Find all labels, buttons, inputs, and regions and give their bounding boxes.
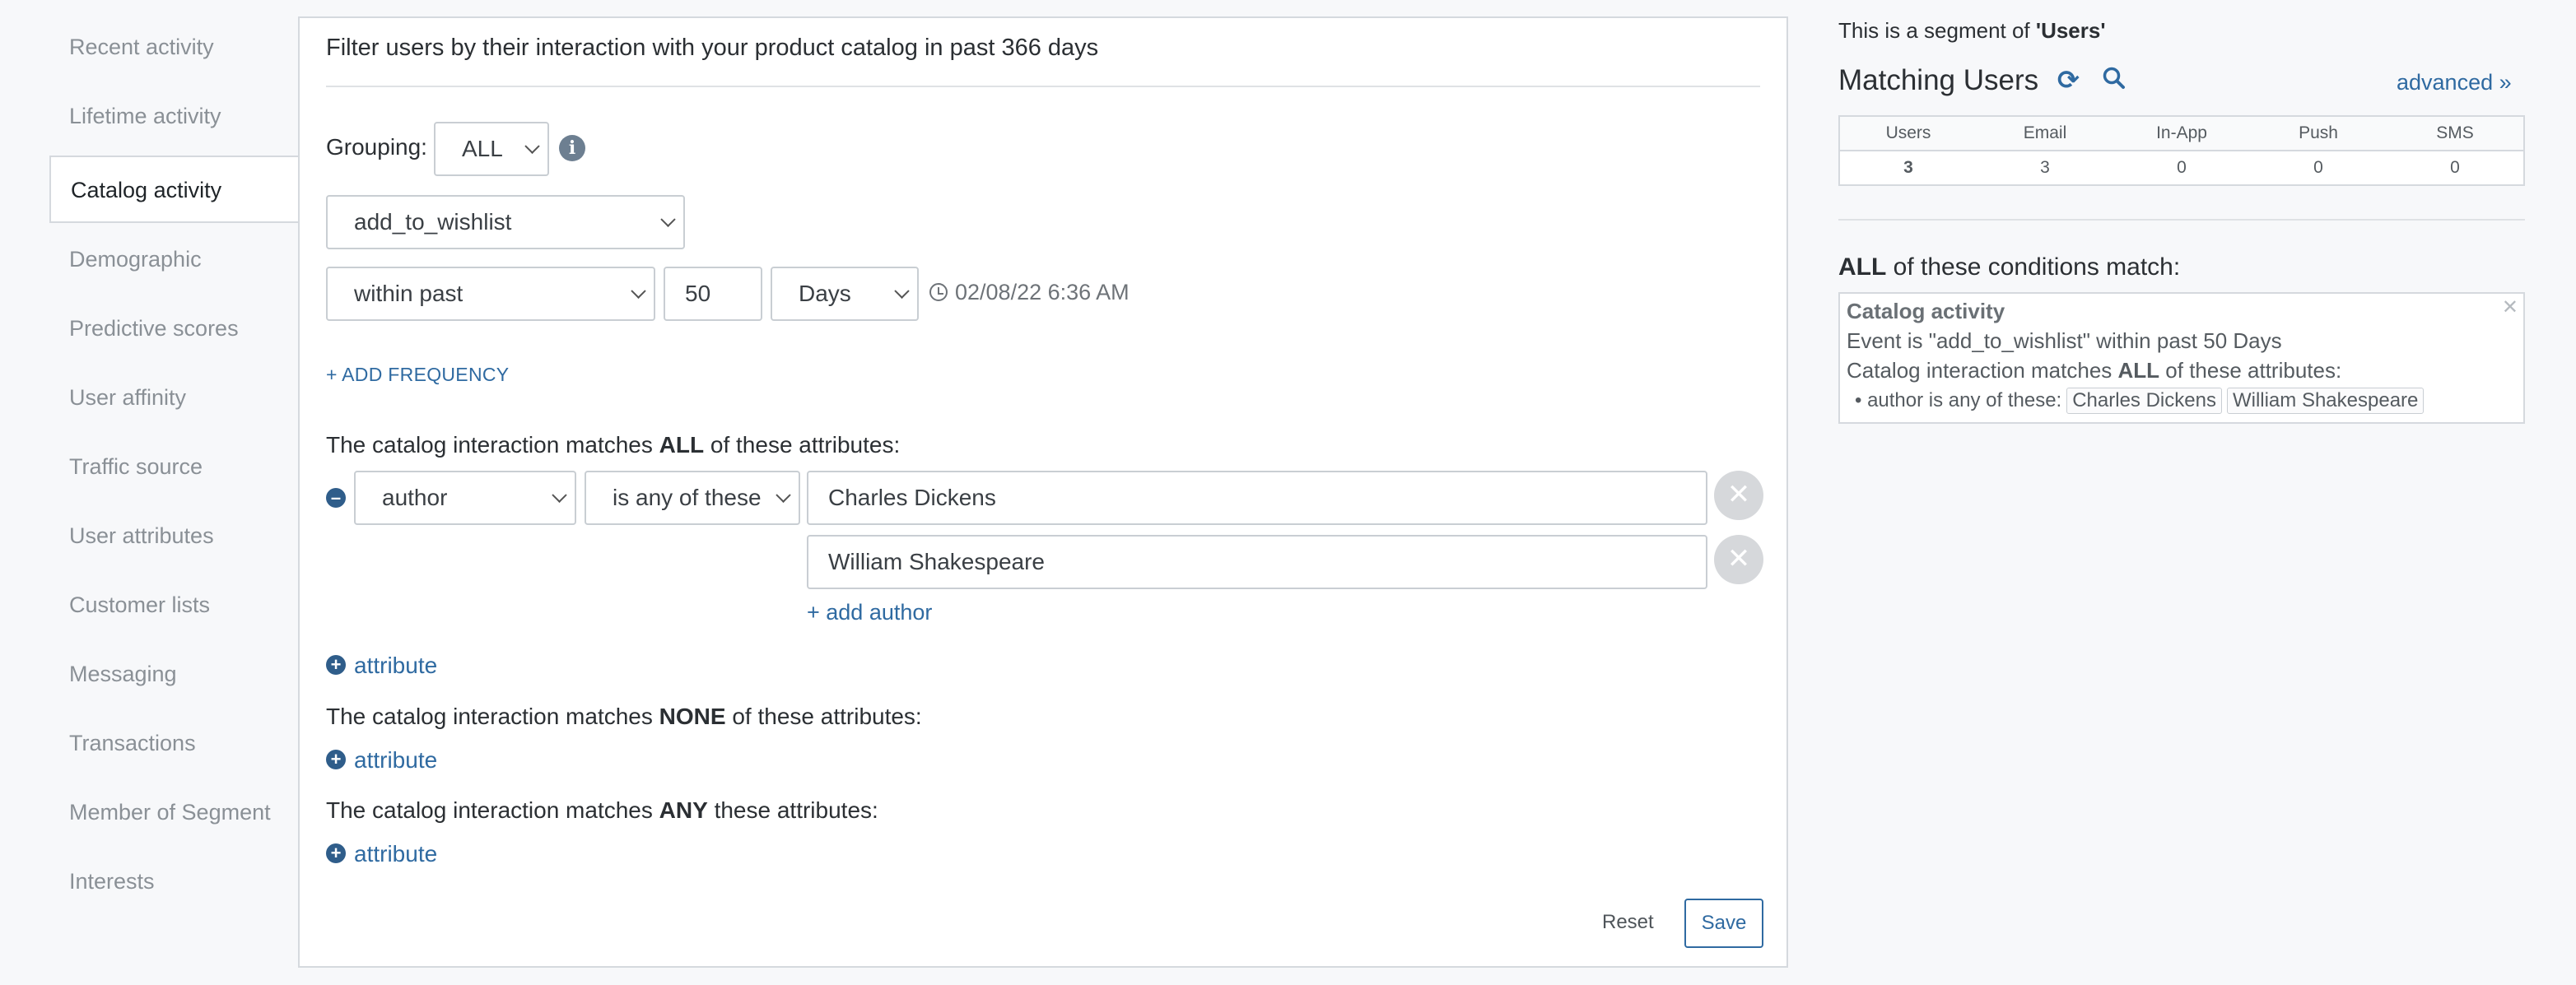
add-attribute-all-link[interactable]: attribute xyxy=(354,653,437,679)
search-icon[interactable] xyxy=(2102,66,2126,91)
sidebar-item-interests[interactable]: Interests xyxy=(69,869,155,894)
reset-button[interactable]: Reset xyxy=(1602,911,1654,934)
condition-line2-prefix: Catalog interaction matches xyxy=(1847,358,2118,383)
save-button[interactable]: Save xyxy=(1684,899,1763,948)
segment-prefix: This is a segment of xyxy=(1838,18,2036,43)
sidebar-item-demographic[interactable]: Demographic xyxy=(69,247,202,272)
table-header-row: Users Email In-App Push SMS xyxy=(1840,117,2523,151)
operator-select[interactable]: is any of these xyxy=(585,471,800,525)
column-header-in-app: In-App xyxy=(2156,123,2207,142)
push-count: 0 xyxy=(2313,158,2323,177)
condition-line2-keyword: ALL xyxy=(2117,358,2160,383)
remove-value-button-2[interactable]: ✕ xyxy=(1714,535,1763,584)
any-section-prefix: The catalog interaction matches xyxy=(326,797,659,823)
event-select-value: add_to_wishlist xyxy=(354,209,512,235)
sidebar-item-lifetime-activity[interactable]: Lifetime activity xyxy=(69,104,221,129)
condition-line2-suffix: of these attributes: xyxy=(2159,358,2342,383)
users-count: 3 xyxy=(1903,158,1913,177)
minus-circle-icon[interactable]: – xyxy=(326,488,346,508)
conditions-keyword: ALL xyxy=(1838,253,1887,281)
none-section-prefix: The catalog interaction matches xyxy=(326,704,659,729)
add-author-link[interactable]: + add author xyxy=(807,600,932,625)
condition-event-line: Event is "add_to_wishlist" within past 5… xyxy=(1847,328,2282,353)
plus-circle-icon[interactable]: + xyxy=(326,843,346,863)
sidebar-item-user-affinity[interactable]: User affinity xyxy=(69,385,186,411)
attribute-value-input-2[interactable]: William Shakespeare xyxy=(807,535,1707,589)
conditions-suffix: of these conditions match: xyxy=(1886,253,2181,281)
column-header-push: Push xyxy=(2299,123,2338,142)
all-section-prefix: The catalog interaction matches xyxy=(326,432,659,458)
add-frequency-link[interactable]: + ADD FREQUENCY xyxy=(326,364,509,386)
table-row: 3 3 0 0 0 xyxy=(1840,151,2523,184)
any-section-keyword: ANY xyxy=(659,797,708,823)
time-amount-input[interactable]: 50 xyxy=(664,267,762,321)
condition-interaction-line: Catalog interaction matches ALL of these… xyxy=(1847,358,2341,383)
column-header-email: Email xyxy=(2023,123,2067,142)
sidebar-item-member-of-segment[interactable]: Member of Segment xyxy=(69,800,271,825)
plus-circle-icon[interactable]: + xyxy=(326,750,346,769)
catalog-filter-panel: Filter users by their interaction with y… xyxy=(298,16,1788,968)
conditions-heading: ALL of these conditions match: xyxy=(1838,253,2180,281)
category-sidebar: Recent activity Lifetime activity Catalo… xyxy=(0,0,298,985)
none-section-keyword: NONE xyxy=(659,704,726,729)
plus-circle-icon[interactable]: + xyxy=(326,655,346,675)
heading-divider xyxy=(326,86,1760,87)
email-count: 3 xyxy=(2040,158,2050,177)
remove-value-button-1[interactable]: ✕ xyxy=(1714,471,1763,520)
add-attribute-any-link[interactable]: attribute xyxy=(354,841,437,867)
sidebar-item-traffic-source[interactable]: Traffic source xyxy=(69,454,203,480)
sidebar-item-predictive-scores[interactable]: Predictive scores xyxy=(69,316,239,341)
column-header-users: Users xyxy=(1885,123,1931,142)
matching-users-table: Users Email In-App Push SMS 3 3 0 0 0 xyxy=(1838,115,2525,186)
grouping-select[interactable]: ALL xyxy=(434,122,549,176)
none-section-suffix: of these attributes: xyxy=(725,704,922,729)
all-attributes-heading: The catalog interaction matches ALL of t… xyxy=(326,432,900,458)
time-operator-select[interactable]: within past xyxy=(326,267,655,321)
sidebar-item-recent-activity[interactable]: Recent activity xyxy=(69,35,214,60)
condition-summary-card: Catalog activity ✕ Event is "add_to_wish… xyxy=(1838,292,2525,424)
clock-icon xyxy=(929,283,948,301)
any-attributes-heading: The catalog interaction matches ANY thes… xyxy=(326,797,878,824)
matching-users-title: Matching Users xyxy=(1838,64,2039,96)
condition-tag: Charles Dickens xyxy=(2066,388,2222,414)
all-section-suffix: of these attributes: xyxy=(704,432,901,458)
segment-summary-panel: This is a segment of 'Users' Matching Us… xyxy=(1838,0,2530,985)
grouping-label: Grouping: xyxy=(326,134,427,160)
info-icon[interactable]: i xyxy=(559,135,585,161)
time-operator-value: within past xyxy=(354,281,463,306)
column-header-sms: SMS xyxy=(2436,123,2474,142)
refresh-icon[interactable]: ⟳ xyxy=(2057,64,2080,95)
segment-name: 'Users' xyxy=(2035,18,2106,43)
in-app-count: 0 xyxy=(2177,158,2187,177)
panel-heading: Filter users by their interaction with y… xyxy=(326,35,1099,61)
attribute-select[interactable]: author xyxy=(354,471,576,525)
sidebar-item-catalog-activity[interactable]: Catalog activity xyxy=(49,156,298,223)
advanced-link[interactable]: advanced » xyxy=(2397,70,2512,95)
segment-source-text: This is a segment of 'Users' xyxy=(1838,18,2106,44)
sidebar-item-transactions[interactable]: Transactions xyxy=(69,731,196,756)
attribute-select-value: author xyxy=(382,485,448,510)
event-select[interactable]: add_to_wishlist xyxy=(326,195,685,249)
time-unit-select[interactable]: Days xyxy=(771,267,919,321)
timestamp-text: 02/08/22 6:36 AM xyxy=(955,280,1130,304)
add-attribute-none-link[interactable]: attribute xyxy=(354,747,437,774)
condition-line3-prefix: • author is any of these: xyxy=(1855,389,2062,411)
section-divider xyxy=(1838,219,2525,221)
condition-title: Catalog activity xyxy=(1847,299,2005,323)
sidebar-item-user-attributes[interactable]: User attributes xyxy=(69,523,214,549)
sidebar-item-messaging[interactable]: Messaging xyxy=(69,662,177,687)
condition-author-line: • author is any of these: Charles Dickens… xyxy=(1855,388,2425,414)
sidebar-item-customer-lists[interactable]: Customer lists xyxy=(69,592,210,618)
sms-count: 0 xyxy=(2450,158,2460,177)
operator-select-value: is any of these xyxy=(613,485,762,510)
close-icon[interactable]: ✕ xyxy=(2502,295,2518,319)
condition-tag: William Shakespeare xyxy=(2226,388,2425,414)
attribute-value-input-1[interactable]: Charles Dickens xyxy=(807,471,1707,525)
any-section-suffix: these attributes: xyxy=(707,797,878,823)
none-attributes-heading: The catalog interaction matches NONE of … xyxy=(326,704,922,730)
all-section-keyword: ALL xyxy=(659,432,705,458)
